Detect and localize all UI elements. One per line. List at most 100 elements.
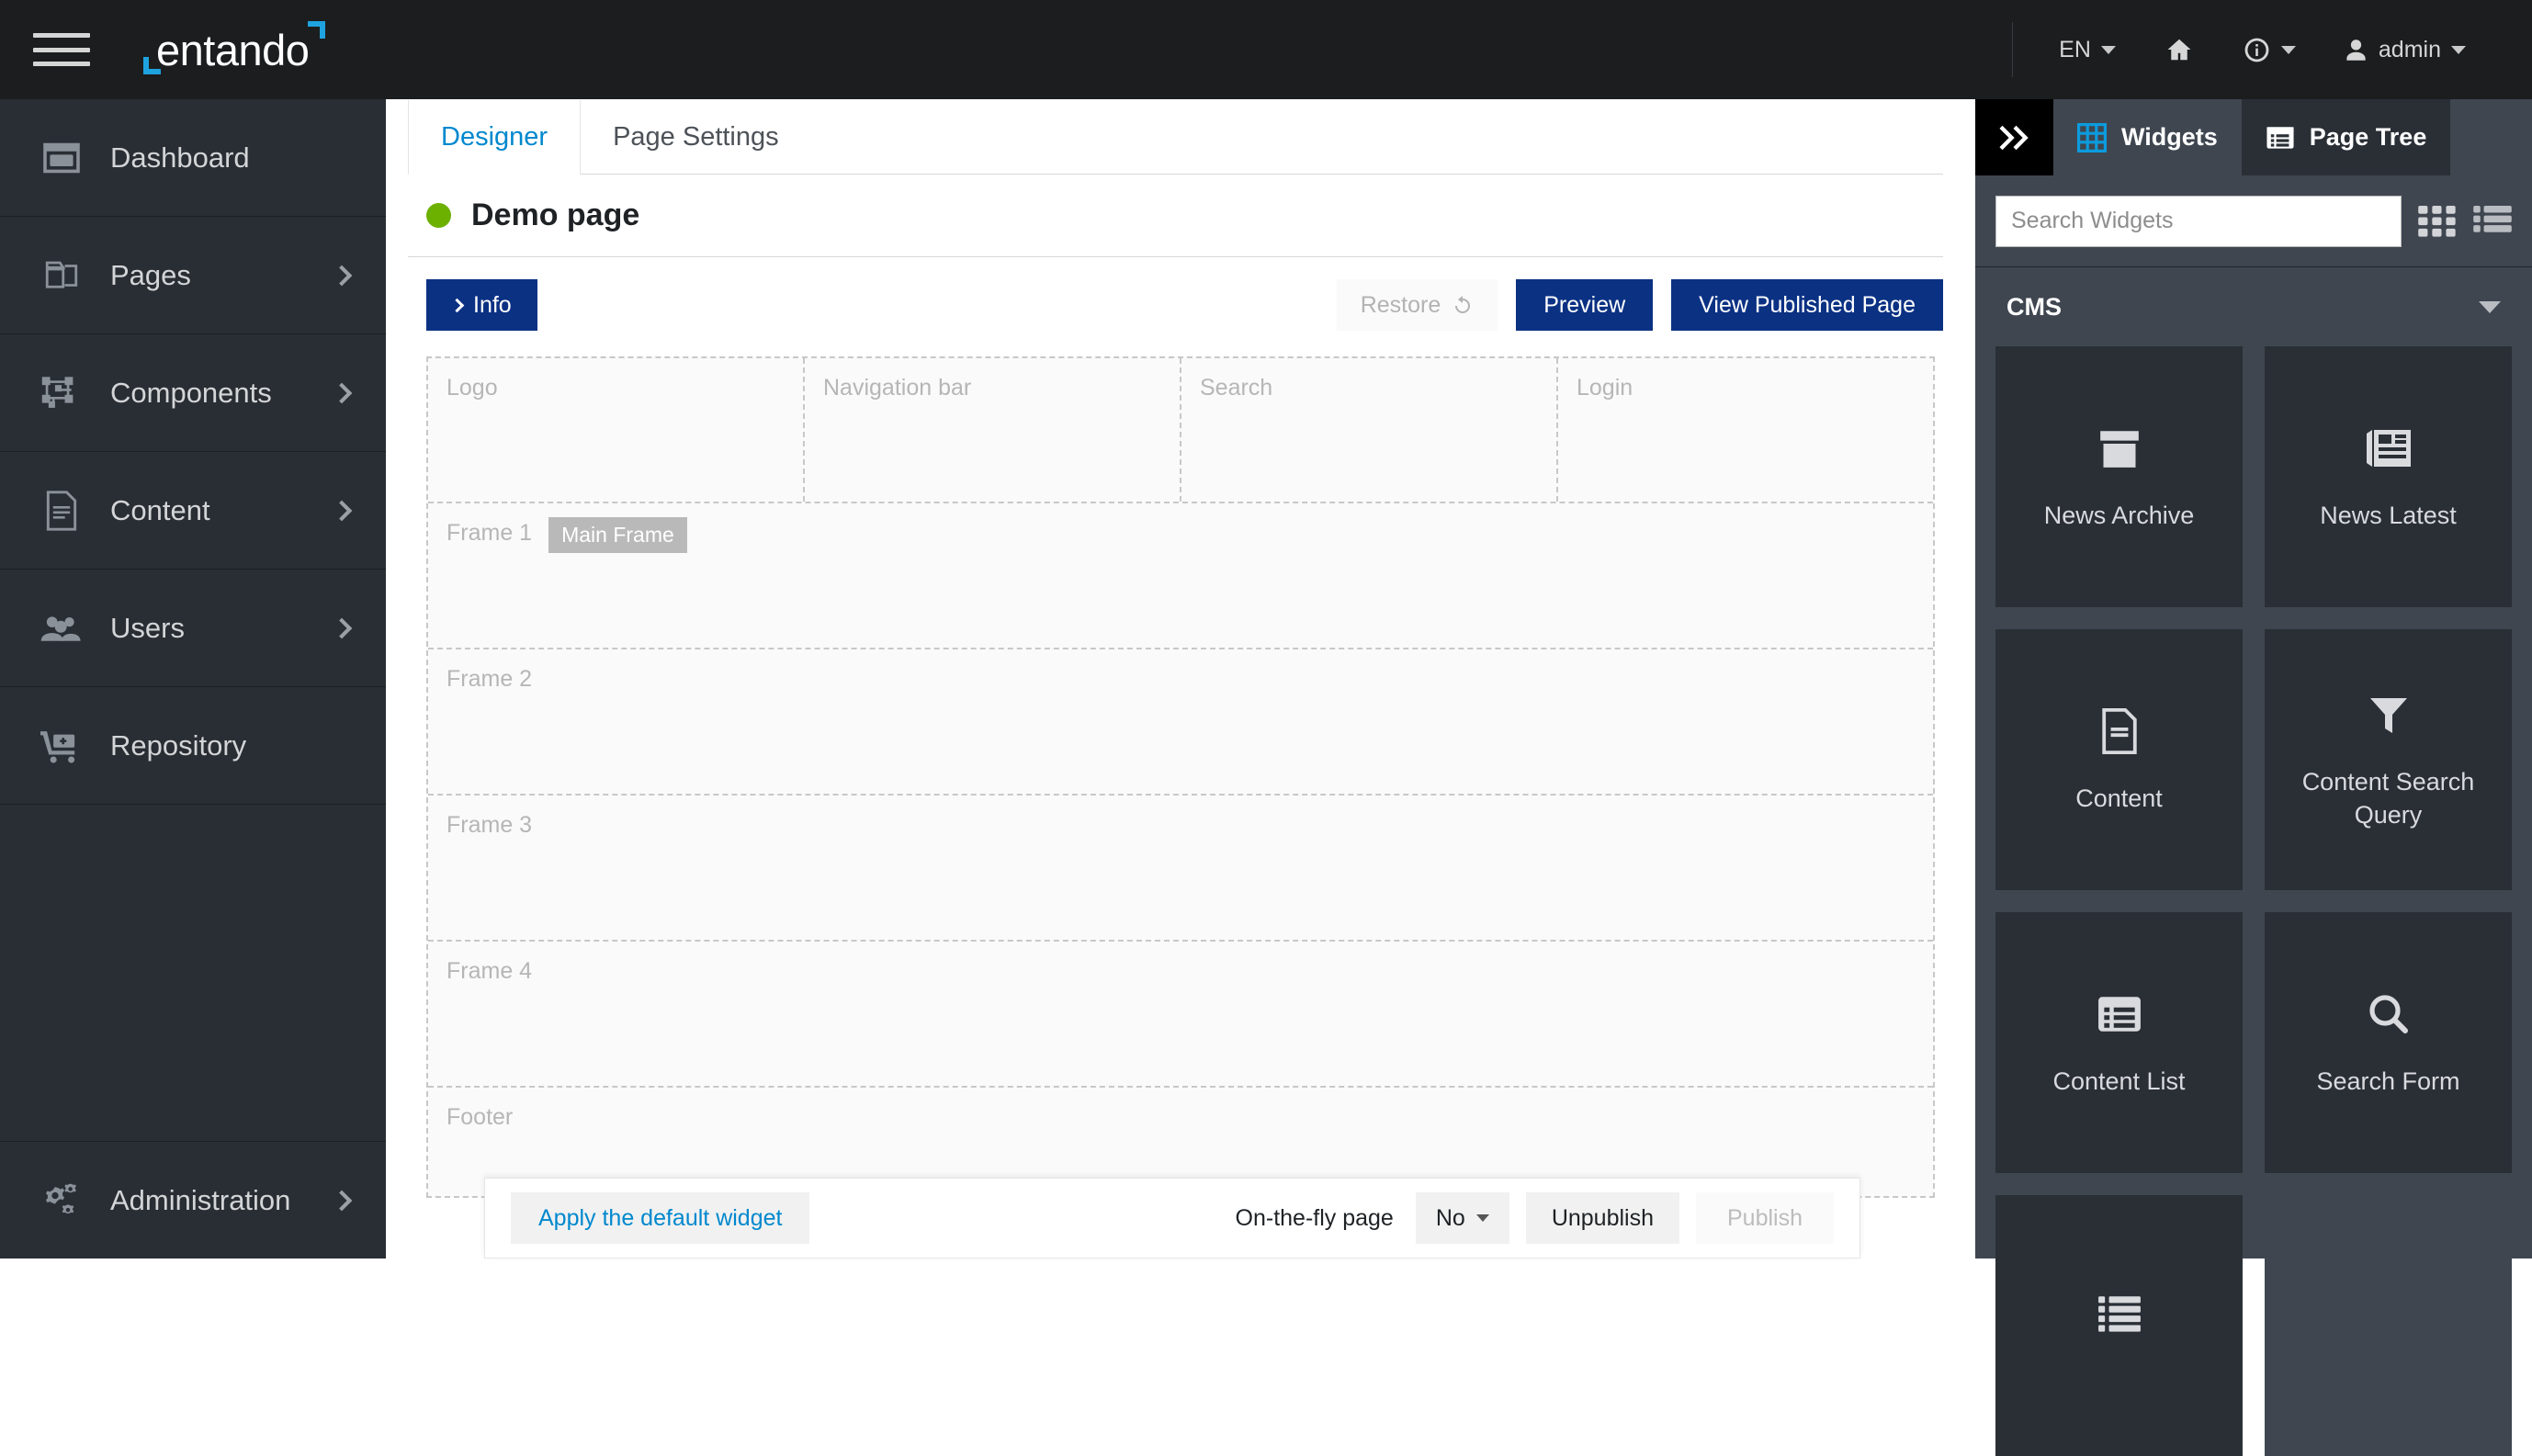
widget-card-grid: News Archive News Latest Content Content… xyxy=(1975,346,2532,1456)
frame-row-2[interactable]: Frame 2 xyxy=(428,648,1933,794)
sidebar-item-label: Dashboard xyxy=(110,141,250,175)
widget-label: Search Form xyxy=(2316,1065,2459,1098)
chevron-right-icon xyxy=(332,617,353,638)
apply-default-widget-button[interactable]: Apply the default widget xyxy=(511,1192,809,1244)
chevron-down-icon xyxy=(2281,46,2296,54)
sidebar-item-repository[interactable]: Repository xyxy=(0,687,386,805)
sidebar-item-label: Components xyxy=(110,377,272,410)
frame-label: Frame 1 xyxy=(446,520,532,547)
chevron-right-icon xyxy=(332,265,353,286)
frame-label: Search xyxy=(1200,375,1272,401)
search-icon xyxy=(2367,988,2411,1041)
dashboard-icon xyxy=(37,138,86,178)
list-alt-icon xyxy=(2266,125,2295,151)
publish-button[interactable]: Publish xyxy=(1696,1192,1834,1244)
frame-cell-navigation-bar[interactable]: Navigation bar xyxy=(803,358,1180,502)
frame-row-1[interactable]: Frame 1 Main Frame xyxy=(428,502,1933,648)
tab-widgets-label: Widgets xyxy=(2121,123,2218,152)
widget-card-content-search-query[interactable]: Content Search Query xyxy=(2265,629,2512,890)
home-button[interactable] xyxy=(2140,0,2219,99)
page-publish-bar: Apply the default widget On-the-fly page… xyxy=(484,1178,1860,1258)
sidebar-item-label: Administration xyxy=(110,1184,290,1217)
header-divider xyxy=(2012,22,2013,77)
frame-cell-login[interactable]: Login xyxy=(1556,358,1933,502)
chevron-down-icon xyxy=(2451,46,2466,54)
widget-card-content[interactable]: Content xyxy=(1995,629,2243,890)
chevron-right-icon xyxy=(332,382,353,403)
widget-card-search-form[interactable]: Search Form xyxy=(2265,912,2512,1173)
on-the-fly-page-value: No xyxy=(1436,1205,1465,1232)
tab-page-tree-label: Page Tree xyxy=(2310,123,2427,152)
widget-card-news-latest[interactable]: News Latest xyxy=(2265,346,2512,607)
frame-label: Frame 2 xyxy=(446,666,532,693)
frame-label: Frame 4 xyxy=(446,958,532,985)
chevron-right-icon xyxy=(332,1190,353,1211)
sidebar-item-users[interactable]: Users xyxy=(0,570,386,687)
chevron-down-icon xyxy=(2479,301,2501,313)
frame-label: Footer xyxy=(446,1104,513,1131)
widget-label: News Archive xyxy=(2044,499,2195,532)
tab-page-tree[interactable]: Page Tree xyxy=(2242,99,2451,175)
widget-card-list-partial[interactable] xyxy=(1995,1195,2243,1456)
filter-icon xyxy=(2367,688,2411,741)
info-button[interactable]: Info xyxy=(426,279,537,331)
widget-card-content-list[interactable]: Content List xyxy=(1995,912,2243,1173)
components-icon xyxy=(37,373,86,413)
on-the-fly-page-select[interactable]: No xyxy=(1416,1192,1509,1244)
restore-button[interactable]: Restore xyxy=(1337,279,1498,331)
tab-designer[interactable]: Designer xyxy=(408,100,580,175)
unpublish-button[interactable]: Unpublish xyxy=(1526,1192,1679,1244)
entando-logo[interactable]: entando xyxy=(156,17,309,82)
info-menu[interactable] xyxy=(2219,0,2320,99)
list-view-icon[interactable] xyxy=(2473,206,2512,237)
top-header-bar: entando EN admin xyxy=(0,0,2532,99)
page-title-row: Demo page xyxy=(408,175,1943,257)
widget-category-cms[interactable]: CMS xyxy=(1975,267,2532,346)
frame-cell-logo[interactable]: Logo xyxy=(428,358,803,502)
page-frame-grid: Logo Navigation bar Search Login Frame 1… xyxy=(426,356,1935,1198)
info-circle-icon xyxy=(2243,36,2271,64)
frame-cell-search[interactable]: Search xyxy=(1180,358,1556,502)
view-published-page-button[interactable]: View Published Page xyxy=(1671,279,1943,331)
widget-card-news-archive[interactable]: News Archive xyxy=(1995,346,2243,607)
sidebar-item-pages[interactable]: Pages xyxy=(0,217,386,334)
widget-card-empty-slot xyxy=(2265,1195,2512,1456)
collapse-panel-button[interactable] xyxy=(1975,99,2053,175)
search-widgets-input[interactable] xyxy=(1995,196,2402,247)
left-sidebar-nav: Dashboard Pages Components xyxy=(0,99,386,1258)
list-ul-icon xyxy=(2097,1287,2142,1340)
widget-category-label: CMS xyxy=(2006,293,2062,322)
frame-row-3[interactable]: Frame 3 xyxy=(428,794,1933,940)
sidebar-item-label: Pages xyxy=(110,259,191,292)
header-actions: EN admin xyxy=(2012,0,2532,99)
frame-row-header: Logo Navigation bar Search Login xyxy=(428,358,1933,502)
user-menu[interactable]: admin xyxy=(2320,0,2490,99)
sidebar-item-components[interactable]: Components xyxy=(0,334,386,452)
sidebar-item-dashboard[interactable]: Dashboard xyxy=(0,99,386,217)
publish-controls: On-the-fly page No Unpublish Publish xyxy=(1236,1192,1834,1244)
main-frame-badge: Main Frame xyxy=(548,517,687,553)
preview-button[interactable]: Preview xyxy=(1516,279,1653,331)
frame-row-4[interactable]: Frame 4 xyxy=(428,940,1933,1086)
grid-icon xyxy=(2077,123,2107,152)
logo-bracket-bottom-left-icon xyxy=(143,57,161,74)
hamburger-menu-icon[interactable] xyxy=(33,29,90,70)
username-label: admin xyxy=(2379,37,2441,63)
sidebar-item-content[interactable]: Content xyxy=(0,452,386,570)
tab-page-settings[interactable]: Page Settings xyxy=(580,100,811,175)
user-icon xyxy=(2344,38,2368,62)
frame-label: Frame 3 xyxy=(446,812,532,839)
widget-label: Content List xyxy=(2052,1065,2185,1098)
pages-icon xyxy=(37,255,86,296)
chevron-down-icon xyxy=(2101,46,2116,54)
right-widgets-panel: Widgets Page Tree xyxy=(1975,99,2532,1258)
language-selector[interactable]: EN xyxy=(2035,0,2140,99)
list-alt-icon xyxy=(2097,988,2142,1041)
sidebar-item-administration[interactable]: Administration xyxy=(0,1141,386,1258)
grid-view-icon[interactable] xyxy=(2418,206,2457,237)
tab-widgets[interactable]: Widgets xyxy=(2053,99,2242,175)
sidebar-item-label: Users xyxy=(110,612,185,645)
page-title: Demo page xyxy=(471,198,639,233)
home-icon xyxy=(2164,36,2195,63)
widget-label: Content xyxy=(2075,782,2163,815)
